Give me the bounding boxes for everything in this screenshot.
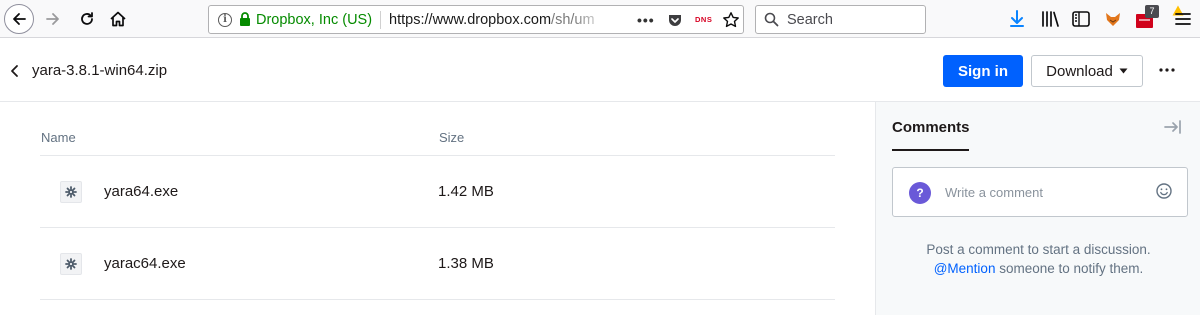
empty-state-line-2: @Mention someone to notify them. [876, 259, 1200, 278]
forward-button[interactable] [40, 4, 66, 34]
download-arrow-icon[interactable] [1008, 9, 1026, 29]
more-horizontal-icon [1159, 68, 1175, 72]
star-icon[interactable] [722, 11, 740, 29]
file-row[interactable]: yara64.exe 1.42 MB [40, 156, 835, 228]
gear-file-icon [60, 253, 82, 275]
more-options-button[interactable] [1155, 60, 1179, 80]
notification-badge: 7 [1145, 5, 1159, 18]
page-header: yara-3.8.1-win64.zip Sign in Download [0, 38, 1200, 102]
column-header-name[interactable]: Name [41, 130, 76, 145]
url-bar[interactable]: i Dropbox, Inc (US) https://www.dropbox.… [208, 5, 744, 34]
ev-identity-label[interactable]: Dropbox, Inc (US) [256, 12, 372, 28]
comment-placeholder: Write a comment [945, 185, 1044, 200]
column-header-size[interactable]: Size [439, 130, 464, 145]
lock-icon [240, 12, 250, 26]
download-button[interactable]: Download [1031, 55, 1143, 87]
comments-title[interactable]: Comments [892, 119, 970, 136]
empty-state-line-1: Post a comment to start a discussion. [926, 242, 1151, 257]
file-name[interactable]: yarac64.exe [104, 255, 186, 272]
page-actions-icon[interactable]: ••• [637, 12, 655, 28]
pocket-icon[interactable] [667, 12, 683, 28]
list-header: Name Size [40, 118, 835, 156]
gear-file-icon [60, 181, 82, 203]
home-button[interactable] [105, 4, 131, 34]
file-size: 1.38 MB [438, 255, 494, 272]
sign-in-button[interactable]: Sign in [943, 55, 1023, 87]
url-text[interactable]: https://www.dropbox.com/sh/um [389, 12, 609, 28]
file-name[interactable]: yara64.exe [104, 183, 178, 200]
emoji-icon[interactable] [1155, 182, 1173, 200]
library-icon[interactable] [1040, 9, 1060, 29]
comments-tab-underline [892, 149, 969, 151]
url-separator [380, 10, 382, 29]
back-chevron-icon[interactable] [10, 64, 20, 78]
search-icon [764, 12, 779, 27]
download-label: Download [1046, 62, 1113, 80]
mention-link[interactable]: @Mention [934, 261, 996, 276]
url-host: https://www.dropbox.com [389, 11, 552, 28]
comment-input[interactable]: ? Write a comment [892, 167, 1188, 217]
sidebar-icon[interactable] [1071, 9, 1091, 29]
hamburger-menu-icon[interactable] [1174, 11, 1192, 27]
info-icon[interactable]: i [218, 12, 232, 27]
browser-toolbar: i Dropbox, Inc (US) https://www.dropbox.… [0, 0, 1200, 38]
file-title: yara-3.8.1-win64.zip [32, 62, 168, 79]
file-list: Name Size yara64.exe 1.42 MB yarac64.exe… [40, 118, 835, 300]
file-size: 1.42 MB [438, 183, 494, 200]
empty-state-line-2-rest: someone to notify them. [995, 261, 1144, 276]
dns-badge[interactable]: DNS [695, 15, 712, 24]
comments-panel: Comments ? Write a comment Post a commen… [875, 102, 1200, 315]
collapse-panel-icon[interactable] [1163, 119, 1183, 135]
avatar: ? [909, 182, 931, 204]
back-button[interactable] [4, 4, 34, 34]
url-path: /sh/um [551, 11, 595, 28]
forward-icon [46, 13, 59, 25]
back-icon [13, 13, 26, 25]
comments-empty-state: Post a comment to start a discussion. @M… [876, 240, 1200, 278]
caret-down-icon [1119, 68, 1128, 74]
reload-button[interactable] [74, 4, 100, 34]
extension-fox-icon[interactable] [1103, 9, 1123, 29]
search-bar[interactable]: Search [755, 5, 926, 34]
search-placeholder: Search [787, 11, 833, 28]
reload-icon [81, 12, 93, 25]
file-row[interactable]: yarac64.exe 1.38 MB [40, 228, 835, 300]
home-icon [110, 11, 126, 27]
